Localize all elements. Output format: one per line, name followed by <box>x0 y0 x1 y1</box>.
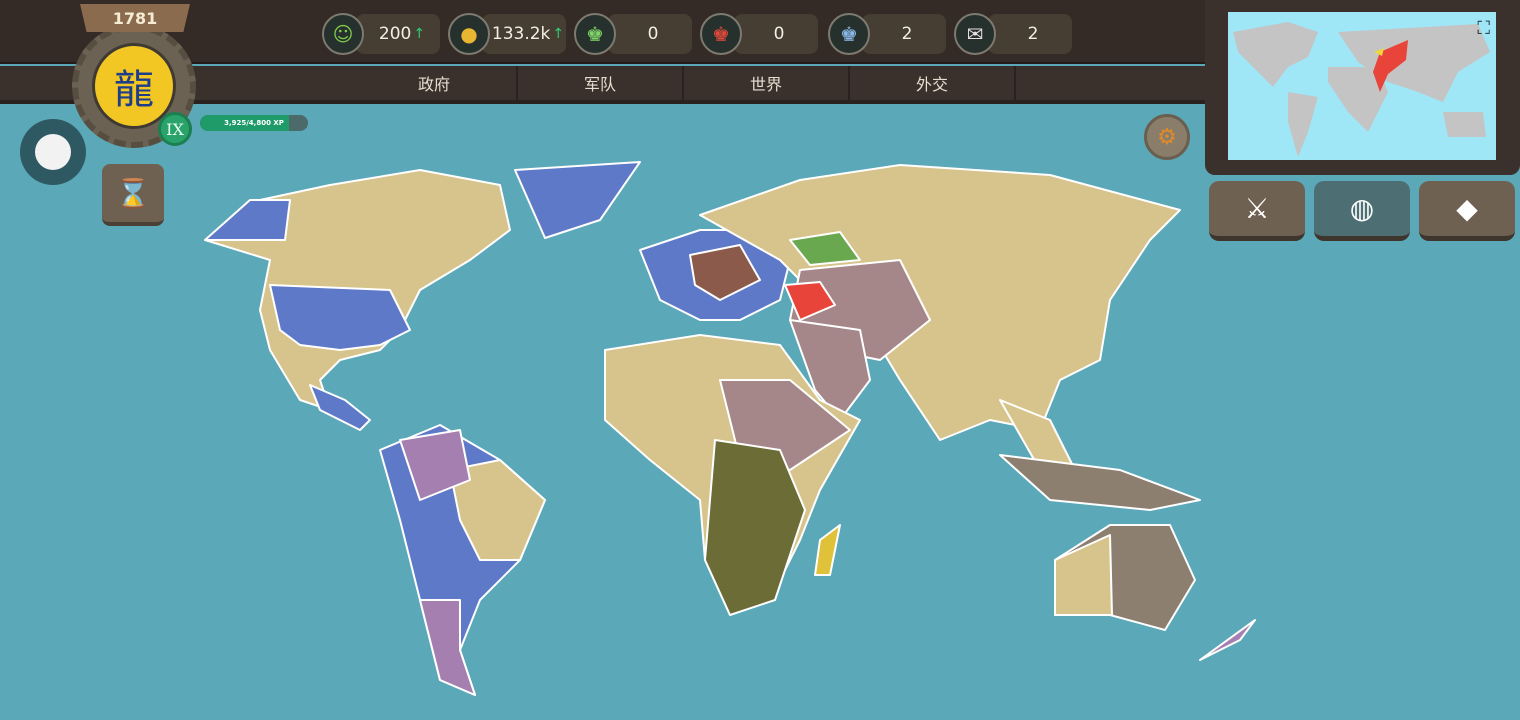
resource-value: 0 <box>734 14 818 54</box>
resource-value: 200 ↑ <box>356 14 440 54</box>
resource-gold[interactable]: ● 133.2k ↑ <box>448 12 566 56</box>
resource-happiness[interactable]: ☺ 200 ↑ <box>322 12 440 56</box>
resource-value: 2 <box>988 14 1072 54</box>
greenland <box>514 161 641 239</box>
expand-icon[interactable]: ⛶ <box>1477 18 1490 39</box>
minimap[interactable]: ⛶ <box>1228 12 1496 160</box>
madagascar <box>814 524 841 576</box>
resource-blue-king[interactable]: ♚ 2 <box>828 12 946 56</box>
west-australia <box>1054 534 1113 616</box>
hourglass-button[interactable]: ⌛ <box>102 164 164 226</box>
joystick-button[interactable] <box>20 119 86 185</box>
new-zealand <box>1199 619 1256 661</box>
resource-amount: 2 <box>901 24 913 44</box>
resource-red-king[interactable]: ♚ 0 <box>700 12 818 56</box>
tab-army[interactable]: 军队 <box>518 66 684 100</box>
xp-bar: 3,925/4,800 XP <box>200 115 308 131</box>
gems-button[interactable]: ◆ <box>1419 181 1515 241</box>
world-button[interactable]: ◍ <box>1314 181 1410 241</box>
resource-amount: 133.2k <box>491 24 551 44</box>
red-crown-icon: ♚ <box>700 13 742 55</box>
tab-diplomacy[interactable]: 外交 <box>850 66 1016 100</box>
war-button[interactable]: ⚔ <box>1209 181 1305 241</box>
year-banner: 1781 <box>80 4 190 32</box>
indonesia <box>999 454 1201 511</box>
trend-up-icon: ↑ <box>552 26 565 42</box>
coins-icon: ● <box>448 13 490 55</box>
tab-government[interactable]: 政府 <box>352 66 518 100</box>
scroll-seal-icon: ✉ <box>954 13 996 55</box>
resource-amount: 0 <box>647 24 659 44</box>
smiley-icon: ☺ <box>322 13 364 55</box>
globe-icon: ◍ <box>1349 192 1375 225</box>
resource-green-king[interactable]: ♚ 0 <box>574 12 692 56</box>
diamond-icon: ◆ <box>1456 192 1478 225</box>
resource-amount: 200 <box>378 24 412 44</box>
resource-value: 2 <box>862 14 946 54</box>
resource-treaty[interactable]: ✉ 2 <box>954 12 1072 56</box>
resource-value: 133.2k ↑ <box>482 14 566 54</box>
resource-value: 0 <box>608 14 692 54</box>
green-crown-icon: ♚ <box>574 13 616 55</box>
trend-up-icon: ↑ <box>413 26 426 42</box>
blue-crown-icon: ♚ <box>828 13 870 55</box>
resource-amount: 0 <box>773 24 785 44</box>
tab-world[interactable]: 世界 <box>684 66 850 100</box>
alaska <box>204 199 291 241</box>
sword-icon: ⚔ <box>1244 192 1270 225</box>
xp-text: 3,925/4,800 XP <box>224 119 284 127</box>
settings-gear-button[interactable]: ⚙ <box>1144 114 1190 160</box>
resource-amount: 2 <box>1027 24 1039 44</box>
central-america <box>309 384 371 431</box>
level-badge: IX <box>158 112 192 146</box>
